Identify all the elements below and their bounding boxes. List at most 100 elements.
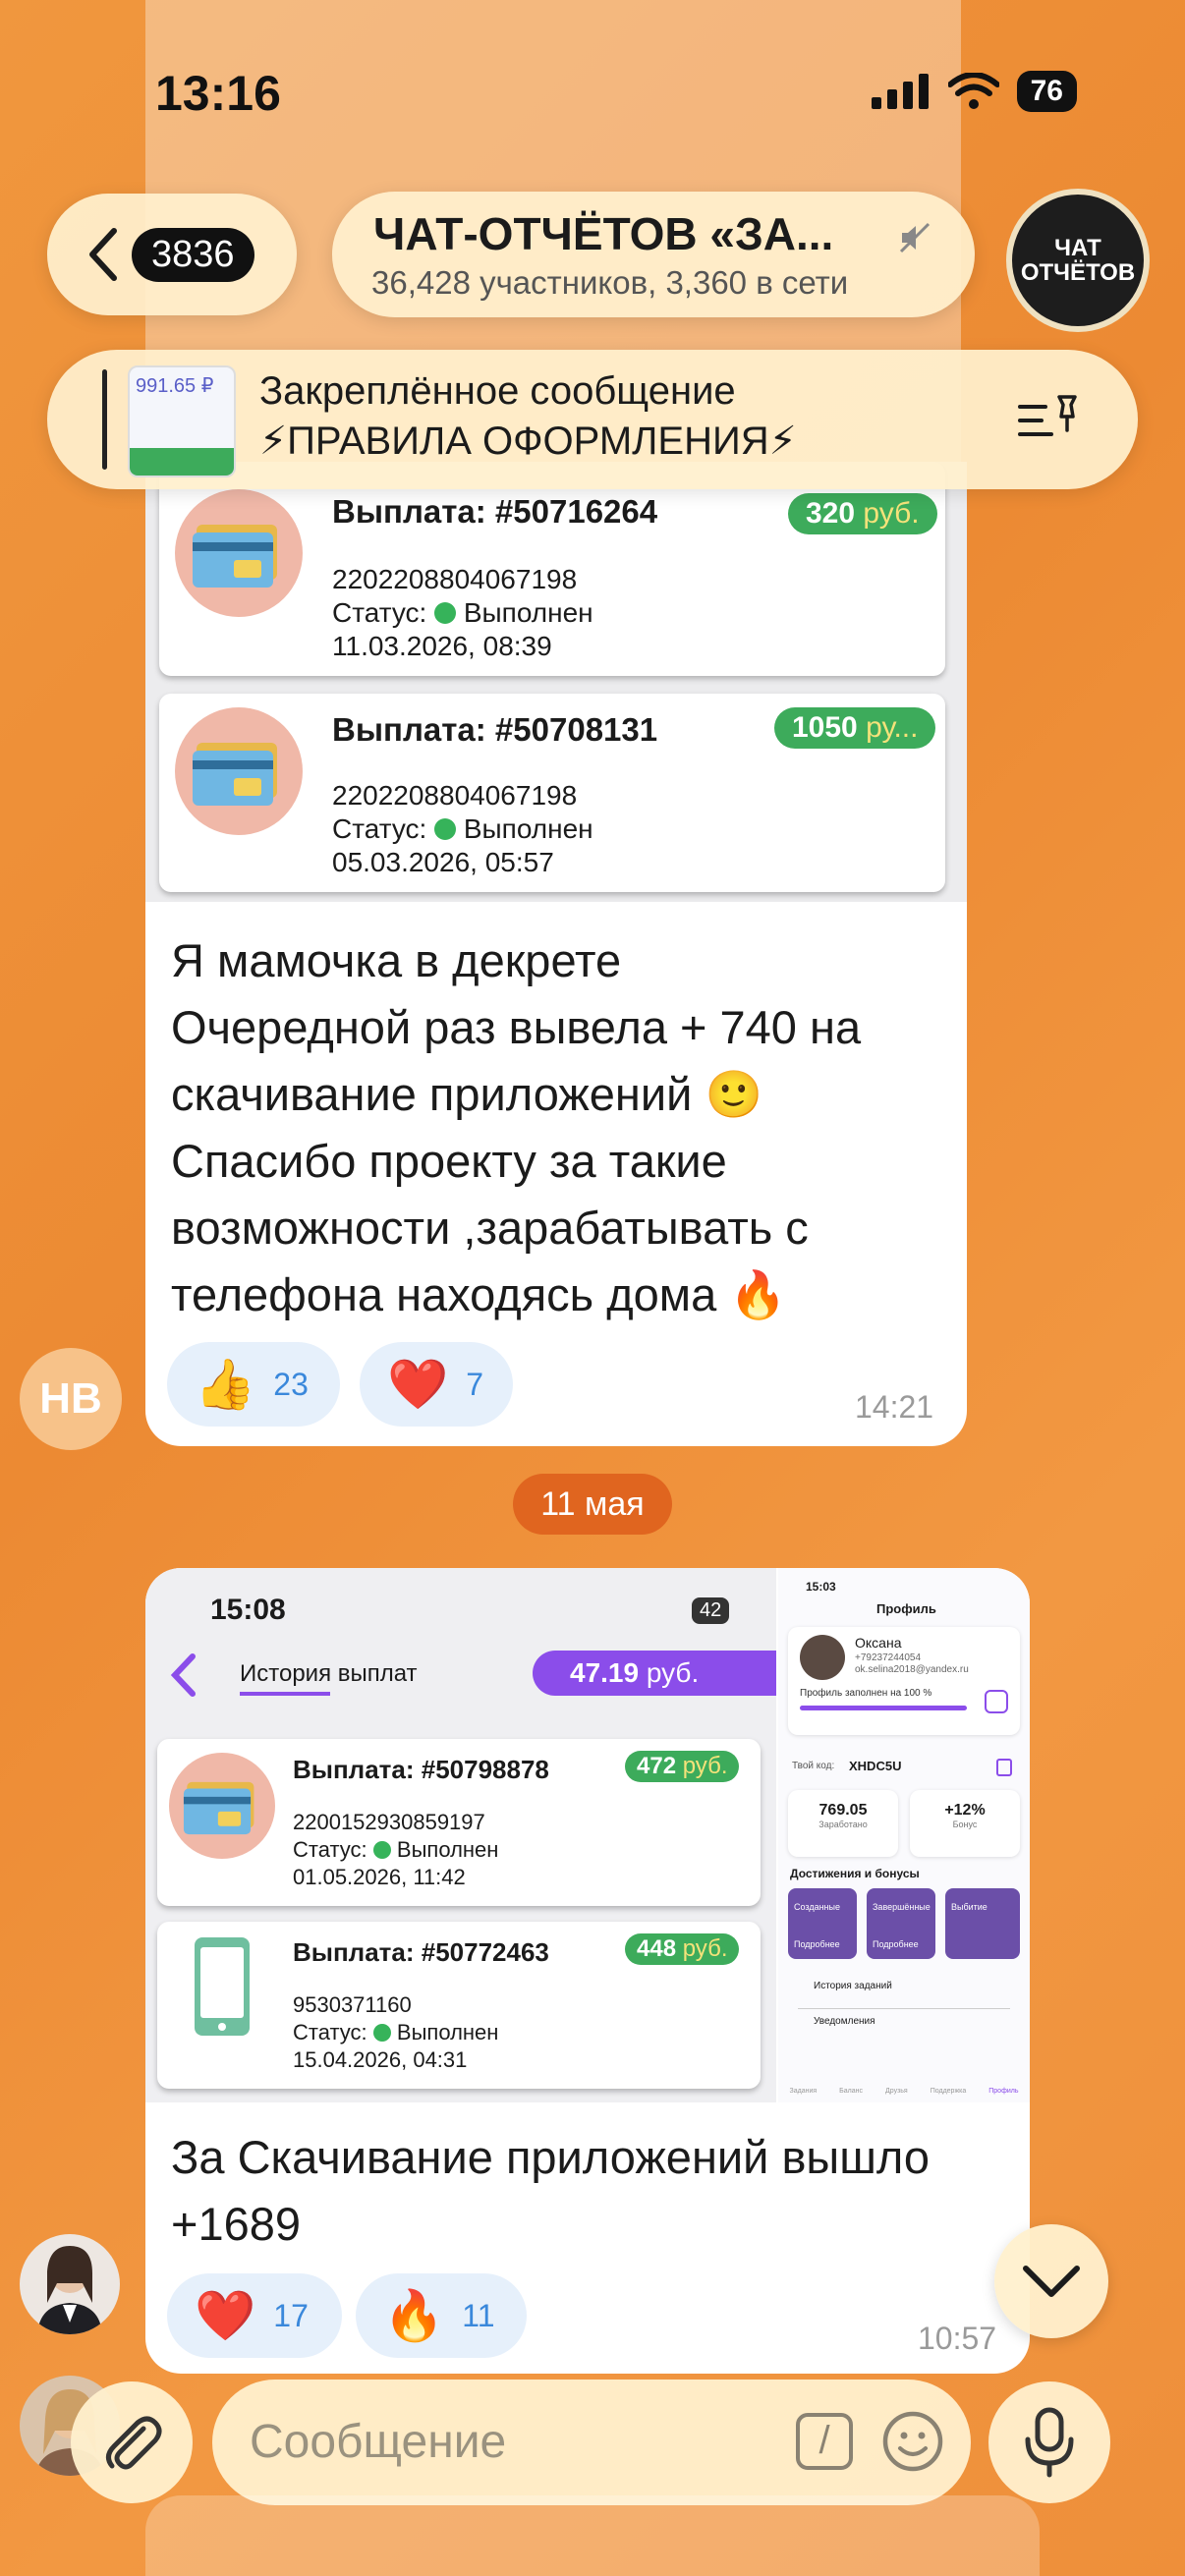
achievements-title: Достижения и бонусы [790,1867,920,1880]
screenshot-battery: 42 [692,1597,730,1624]
scroll-down-button[interactable] [994,2224,1108,2338]
microphone-button[interactable] [988,2381,1110,2503]
screenshot-title: Профиль [876,1601,936,1616]
screenshot-time: 15:03 [806,1580,836,1594]
profile-phone: +79237244054 [855,1652,922,1663]
payout-title: Выплата: #50716264 [332,493,658,530]
message-photo-1[interactable]: Выплата: #50716264 320 руб. 220220880406… [145,462,967,902]
phone-icon [195,1937,250,2036]
achievement-card[interactable]: Выбитие [945,1888,1020,1959]
code-label: Твой код: [792,1761,835,1771]
message-input[interactable]: Сообщение / [212,2380,971,2505]
command-icon[interactable]: / [796,2413,853,2470]
screenshot-time: 15:08 [210,1594,286,1626]
payout-account: 9530371160 [293,1992,412,2017]
payout-status: Статус: Выполнен [293,1837,499,1862]
message-bubble-2[interactable]: 15:08 42 История выплат 47.19 руб. Выпла… [145,1568,1030,2374]
payout-account: 2202208804067198 [332,780,578,811]
payout-amount: 448 руб. [625,1933,740,1965]
reaction-heart[interactable]: ❤️ 17 [167,2273,342,2358]
back-button[interactable]: 3836 [47,194,297,315]
message-text: Я мамочка в декрете Очередной раз вывела… [171,934,862,1320]
check-icon [434,818,457,840]
check-icon [372,2024,391,2042]
message-time: 14:21 [855,1389,934,1425]
unread-count-badge: 3836 [132,227,254,282]
back-chevron-icon [170,1653,196,1697]
profile-avatar [800,1635,845,1680]
back-chevron-icon [89,228,117,281]
menu-history[interactable]: История заданий [814,1981,892,1991]
payout-date: 01.05.2026, 11:42 [293,1865,466,1889]
date-separator: 11 мая [513,1474,672,1535]
profile-filled: Профиль заполнен на 100 % [800,1688,932,1699]
wifi-icon [947,73,999,109]
payout-status: Статус: Выполнен [332,597,593,628]
bottom-tabs: Задания Баланс Друзья Поддержка Профиль [789,2088,1019,2095]
profile-name: Оксана [855,1635,902,1651]
pinned-thumbnail: 991.65 ₽ [128,365,236,477]
bank-card-icon [175,707,303,835]
check-icon [434,602,457,624]
sender-avatar[interactable]: НВ [20,1348,122,1450]
status-time: 13:16 [155,66,281,121]
payout-status: Статус: Выполнен [293,2020,499,2044]
pinned-title: Закреплённое сообщение [259,369,736,413]
bank-card-icon [169,1753,275,1859]
divider [798,2008,1010,2009]
sender-avatar[interactable] [20,2234,120,2334]
title-underline [240,1692,330,1696]
achievement-card[interactable]: Созданные Подробнее [788,1888,857,1959]
payout-date: 05.03.2026, 05:57 [332,847,554,877]
chat-avatar[interactable]: ЧАТ ОТЧЁТОВ [1006,189,1150,332]
paperclip-icon [106,2416,162,2470]
payout-amount: 1050 ру... [774,707,936,749]
chevron-down-icon [1023,2266,1080,2297]
screenshot-title: История выплат [240,1660,418,1687]
status-icons: 76 [871,71,1077,112]
profile-progress [800,1706,967,1710]
message-text: За Скачивание приложений вышло +1689 [171,2131,931,2250]
emoji-icon[interactable] [880,2409,945,2474]
menu-notifications[interactable]: Уведомления [814,2016,875,2027]
check-icon [372,1841,391,1859]
profile-card: Оксана +79237244054 ok.selina2018@yandex… [788,1627,1020,1735]
payout-card: Выплата: #50708131 1050 ру... 2202208804… [159,694,945,892]
message-photo-2-left[interactable]: 15:08 42 История выплат 47.19 руб. Выпла… [145,1568,776,2102]
pinned-indicator [102,369,107,470]
message-time: 10:57 [918,2321,997,2356]
chat-title: ЧАТ-ОТЧЁТОВ «ЗА... [373,208,834,259]
earned-box: 769.05 Заработано [788,1790,898,1857]
chat-title-pill[interactable]: ЧАТ-ОТЧЁТОВ «ЗА... 36,428 участников, 3,… [332,192,975,317]
reaction-heart[interactable]: ❤️ 7 [360,1342,513,1427]
attach-button[interactable] [71,2381,193,2503]
microphone-icon [1025,2407,1074,2478]
copy-icon[interactable] [996,1759,1012,1776]
balance-badge: 47.19 руб. [533,1651,776,1696]
pinned-text: ⚡ПРАВИЛА ОФОРМЛЕНИЯ⚡ [259,420,797,463]
edit-icon[interactable] [985,1690,1008,1713]
payout-card: Выплата: #50716264 320 руб. 220220880406… [159,462,945,676]
payout-title: Выплата: #50772463 [293,1937,549,1967]
message-bubble-1[interactable]: Выплата: #50716264 320 руб. 220220880406… [145,462,967,1446]
payout-account: 2200152930859197 [293,1810,485,1834]
payout-account: 2202208804067198 [332,564,578,594]
payout-card: Выплата: #50798878 472 руб. 220015293085… [157,1739,761,1906]
payout-title: Выплата: #50708131 [332,711,658,748]
payout-status: Статус: Выполнен [332,813,593,844]
mute-icon [899,222,931,253]
bank-card-icon [175,489,303,617]
payout-amount: 472 руб. [625,1751,740,1782]
reaction-fire[interactable]: 🔥 11 [356,2273,527,2358]
message-photo-2-right[interactable]: 15:03 Профиль Оксана +79237244054 ok.sel… [778,1568,1030,2102]
reaction-thumbs-up[interactable]: 👍 23 [167,1342,340,1427]
achievement-card[interactable]: Завершённые Подробнее [867,1888,935,1959]
bonus-box: +12% Бонус [910,1790,1020,1857]
payout-amount: 320 руб. [788,493,937,534]
chat-subtitle: 36,428 участников, 3,360 в сети [371,264,849,301]
payout-date: 15.04.2026, 04:31 [293,2047,468,2072]
pinned-message-bar[interactable]: 991.65 ₽ Закреплённое сообщение ⚡ПРАВИЛА… [47,350,1138,489]
pin-list-icon[interactable] [1016,391,1081,446]
battery-indicator: 76 [1016,71,1077,112]
profile-email: ok.selina2018@yandex.ru [855,1664,969,1675]
